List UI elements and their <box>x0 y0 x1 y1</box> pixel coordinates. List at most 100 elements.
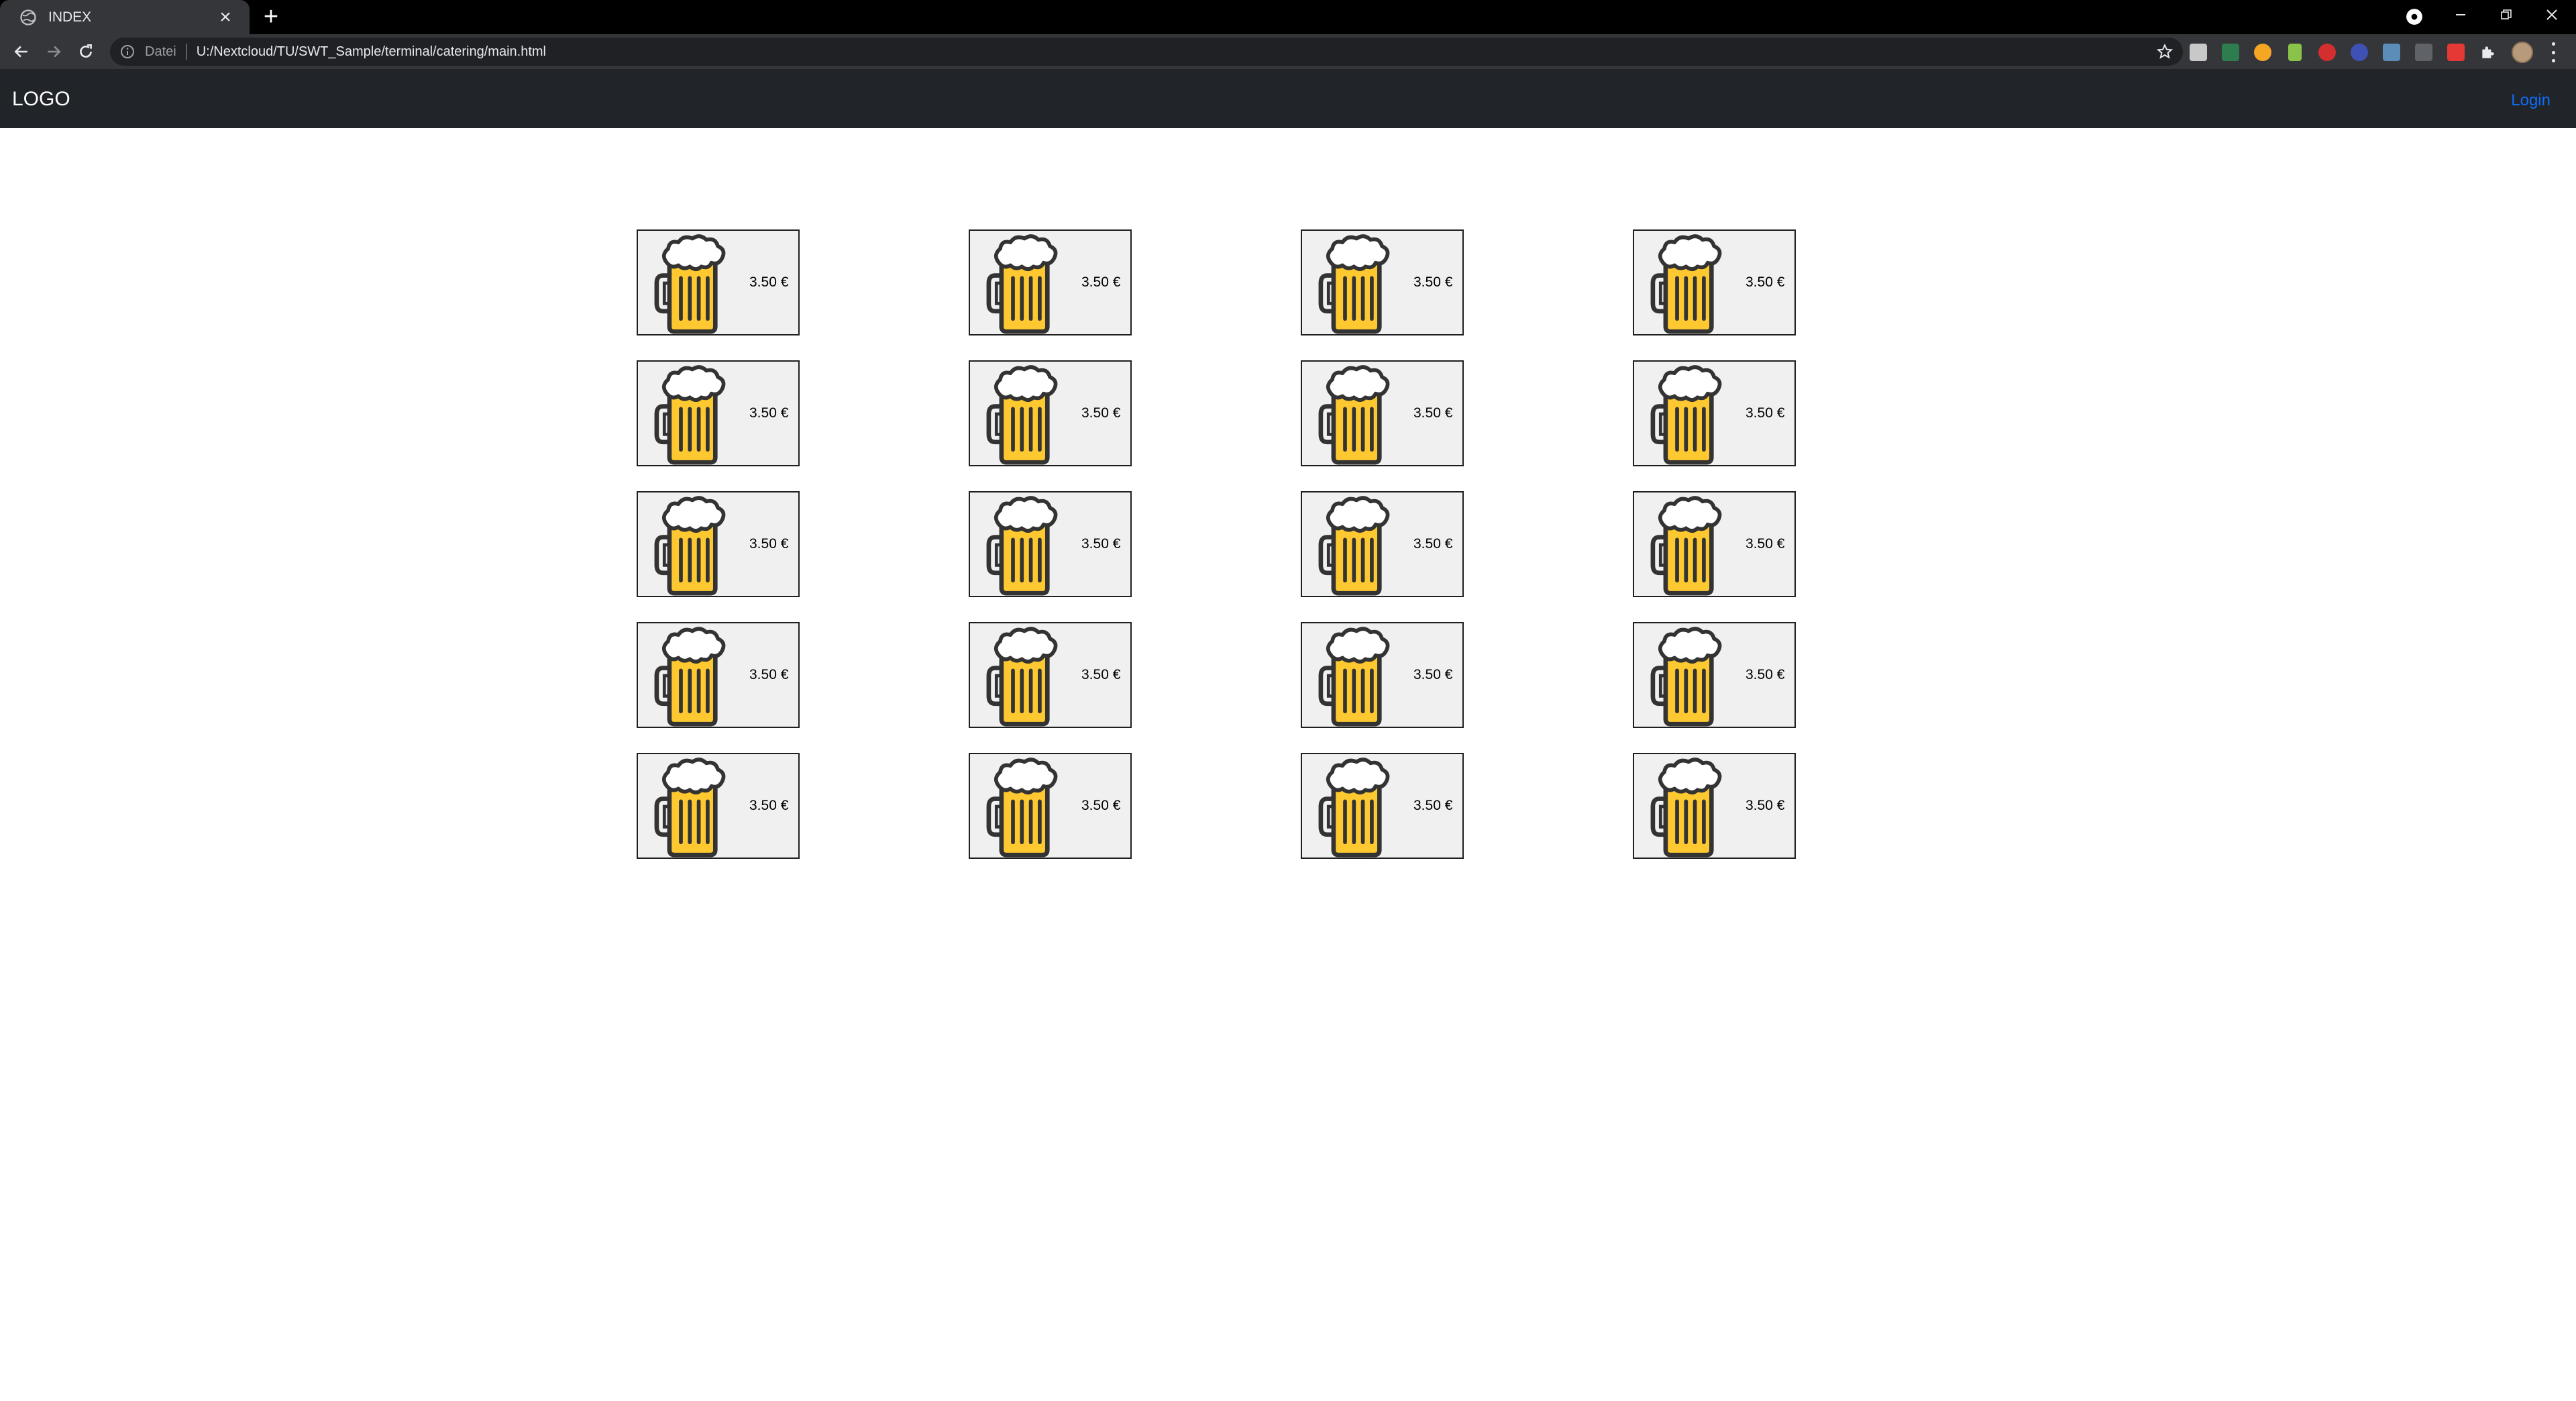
product-price: 3.50 € <box>1081 798 1121 813</box>
address-bar[interactable]: Datei U:/Nextcloud/TU/SWT_Sample/termina… <box>110 38 2183 66</box>
beer-mug-icon <box>1650 627 1722 727</box>
restore-icon <box>2501 9 2512 19</box>
extension-4-icon[interactable] <box>2288 44 2302 61</box>
beer-mug-icon <box>1650 365 1722 465</box>
product-price: 3.50 € <box>1746 536 1785 552</box>
close-window-button[interactable] <box>2529 0 2575 30</box>
product-price: 3.50 € <box>1413 667 1453 682</box>
extension-5-icon[interactable] <box>2318 44 2336 61</box>
arrow-right-icon <box>48 46 61 58</box>
beer-mug-icon <box>986 758 1058 858</box>
product-card[interactable]: 3.50 € <box>637 622 800 728</box>
beer-mug-icon <box>1318 234 1390 334</box>
product-card[interactable]: 3.50 € <box>637 753 800 859</box>
product-price: 3.50 € <box>749 667 789 682</box>
beer-mug-icon <box>654 758 726 858</box>
product-price: 3.50 € <box>749 536 789 552</box>
product-price: 3.50 € <box>1081 536 1121 552</box>
product-price: 3.50 € <box>1746 798 1785 813</box>
product-card[interactable]: 3.50 € <box>1301 360 1464 466</box>
reload-icon <box>80 44 92 58</box>
product-price: 3.50 € <box>1746 667 1785 682</box>
product-price: 3.50 € <box>749 405 789 421</box>
login-link[interactable]: Login <box>2511 91 2551 110</box>
extension-7-icon[interactable] <box>2383 44 2400 61</box>
product-card[interactable]: 3.50 € <box>1633 622 1796 728</box>
beer-mug-icon <box>654 496 726 596</box>
product-card[interactable]: 3.50 € <box>637 360 800 466</box>
beer-mug-icon <box>1318 758 1390 858</box>
menu-dot-icon <box>2551 42 2555 46</box>
minimize-icon <box>2456 14 2465 15</box>
restore-button[interactable] <box>2483 0 2529 30</box>
product-card[interactable]: 3.50 € <box>969 360 1132 466</box>
product-card[interactable]: 3.50 € <box>637 229 800 335</box>
menu-dot-icon <box>2551 59 2555 62</box>
url-text[interactable]: U:/Nextcloud/TU/SWT_Sample/terminal/cate… <box>197 44 546 60</box>
info-icon[interactable] <box>119 44 136 60</box>
browser-toolbar: Datei U:/Nextcloud/TU/SWT_Sample/termina… <box>0 34 2576 69</box>
new-tab-button[interactable]: + <box>259 4 283 30</box>
extension-1-icon[interactable] <box>2190 44 2207 61</box>
product-card[interactable]: 3.50 € <box>1301 229 1464 335</box>
product-price: 3.50 € <box>1746 274 1785 290</box>
browser-tab[interactable]: INDEX × <box>0 0 250 34</box>
close-icon <box>2546 9 2557 20</box>
extension-6-icon[interactable] <box>2351 44 2368 61</box>
extension-8-icon[interactable] <box>2415 44 2432 61</box>
puzzle-icon[interactable] <box>2479 44 2497 61</box>
globe-icon <box>20 9 36 25</box>
menu-dot-icon <box>2551 50 2555 54</box>
beer-mug-icon <box>1650 758 1722 858</box>
product-price: 3.50 € <box>1746 405 1785 421</box>
product-price: 3.50 € <box>1081 667 1121 682</box>
product-card[interactable]: 3.50 € <box>1301 622 1464 728</box>
arrow-left-icon <box>14 46 28 58</box>
product-card[interactable]: 3.50 € <box>1633 491 1796 597</box>
product-price: 3.50 € <box>1081 405 1121 421</box>
product-card[interactable]: 3.50 € <box>1633 360 1796 466</box>
product-grid: 3.50 € 3.50 € 3.50 € 3.50 € 3.50 € 3.50 … <box>637 229 1796 859</box>
product-card[interactable]: 3.50 € <box>969 229 1132 335</box>
media-control-icon[interactable] <box>2406 8 2423 25</box>
product-card[interactable]: 3.50 € <box>1301 753 1464 859</box>
beer-mug-icon <box>1318 627 1390 727</box>
browser-menu-button[interactable] <box>2549 42 2557 62</box>
product-price: 3.50 € <box>749 798 789 813</box>
beer-mug-icon <box>1650 496 1722 596</box>
close-tab-icon[interactable]: × <box>215 7 236 28</box>
bookmark-star-icon[interactable] <box>2156 43 2174 60</box>
omnibox-divider <box>185 44 187 60</box>
beer-mug-icon <box>986 496 1058 596</box>
beer-mug-icon <box>1650 234 1722 334</box>
product-card[interactable]: 3.50 € <box>637 491 800 597</box>
beer-mug-icon <box>654 234 726 334</box>
extension-9-icon[interactable] <box>2447 44 2465 61</box>
product-card[interactable]: 3.50 € <box>1633 229 1796 335</box>
back-button[interactable] <box>11 41 32 62</box>
minimize-button[interactable] <box>2438 0 2483 30</box>
product-price: 3.50 € <box>1413 405 1453 421</box>
beer-mug-icon <box>1318 496 1390 596</box>
product-price: 3.50 € <box>1413 274 1453 290</box>
beer-mug-icon <box>986 365 1058 465</box>
profile-avatar[interactable] <box>2512 42 2533 63</box>
forward-button[interactable] <box>43 41 64 62</box>
extension-2-icon[interactable] <box>2222 44 2239 61</box>
scheme-label: Datei <box>145 44 176 59</box>
product-card[interactable]: 3.50 € <box>1633 753 1796 859</box>
beer-mug-icon <box>654 627 726 727</box>
site-logo[interactable]: LOGO <box>12 88 70 111</box>
product-price: 3.50 € <box>1413 798 1453 813</box>
site-navbar: LOGO Login <box>0 69 2576 128</box>
product-card[interactable]: 3.50 € <box>969 622 1132 728</box>
product-card[interactable]: 3.50 € <box>969 753 1132 859</box>
extension-3-icon[interactable] <box>2254 44 2271 61</box>
product-card[interactable]: 3.50 € <box>969 491 1132 597</box>
beer-mug-icon <box>986 627 1058 727</box>
reload-button[interactable] <box>75 41 97 62</box>
tab-title: INDEX <box>48 9 92 25</box>
product-card[interactable]: 3.50 € <box>1301 491 1464 597</box>
product-price: 3.50 € <box>749 274 789 290</box>
beer-mug-icon <box>986 234 1058 334</box>
